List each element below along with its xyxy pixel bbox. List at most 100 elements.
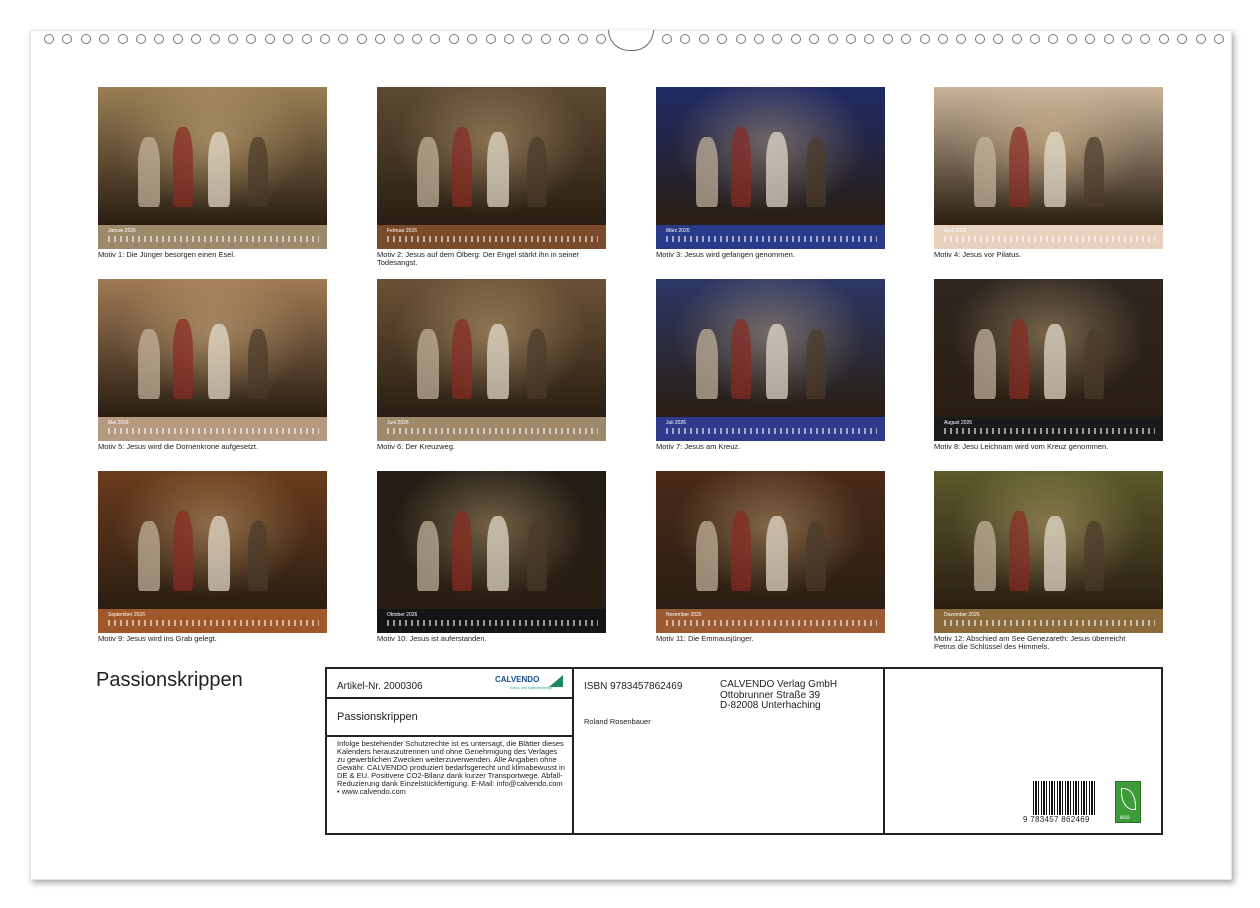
crib-figure: [1009, 319, 1029, 399]
crib-figure: [766, 132, 788, 207]
binding-hole: [754, 34, 764, 44]
nativity-scene-photo: [98, 87, 327, 225]
eco-label: eco: [1120, 815, 1130, 821]
author-name: Roland Rosenbauer: [584, 717, 651, 726]
binding-hole: [596, 34, 606, 44]
crib-figure: [1009, 127, 1029, 207]
binding-hole: [302, 34, 312, 44]
binding-hole: [901, 34, 911, 44]
page-title: Passionskrippen: [96, 669, 243, 692]
day-numbers: [944, 236, 1155, 242]
binding-hole: [81, 34, 91, 44]
crib-figure: [417, 521, 439, 591]
calendar-strip: Dezember 2026: [934, 609, 1163, 633]
month-thumbnail: Januar 2026Motiv 1: Die Jünger besorgen …: [98, 87, 327, 259]
motif-caption: Motiv 1: Die Jünger besorgen einen Esel.: [98, 251, 308, 259]
calvendo-logo: CALVENDO: [495, 675, 539, 684]
binding-hole: [504, 34, 514, 44]
binding-hole: [680, 34, 690, 44]
crib-figure: [696, 329, 718, 399]
day-numbers: [666, 428, 877, 434]
crib-figure: [974, 329, 996, 399]
binding-hole: [1030, 34, 1040, 44]
crib-figure: [452, 127, 472, 207]
binding-hole: [993, 34, 1003, 44]
book-title-row: Passionskrippen: [327, 699, 572, 737]
calendar-strip: Juli 2026: [656, 417, 885, 441]
nativity-scene-photo: [934, 279, 1163, 417]
crib-figure: [452, 511, 472, 591]
binding-hole: [191, 34, 201, 44]
crib-figure: [806, 329, 826, 399]
eco-badge-icon: eco: [1115, 781, 1141, 823]
month-thumbnail: Juli 2026Motiv 7: Jesus am Kreuz.: [656, 279, 885, 451]
binding-hole: [99, 34, 109, 44]
motif-caption: Motiv 10: Jesus ist auferstanden.: [377, 635, 587, 643]
binding-hole: [44, 34, 54, 44]
crib-figure: [138, 329, 160, 399]
month-label: Oktober 2026: [387, 612, 417, 618]
binding-hole: [1085, 34, 1095, 44]
motif-caption: Motiv 11: Die Emmausjünger.: [656, 635, 866, 643]
binding-hole: [541, 34, 551, 44]
binding-hole: [864, 34, 874, 44]
crib-figure: [417, 329, 439, 399]
nativity-scene-photo: [934, 471, 1163, 609]
article-number-row: Artikel-Nr. 2000306 CALVENDO Kunst- und …: [327, 669, 572, 699]
month-thumbnail: Dezember 2026Motiv 12: Abschied am See G…: [934, 471, 1163, 651]
calendar-strip: März 2026: [656, 225, 885, 249]
day-numbers: [944, 428, 1155, 434]
crib-figure: [138, 521, 160, 591]
month-thumbnail: April 2026 Motiv 4: Jesus vor Pilatus.: [934, 87, 1163, 259]
publisher-address: CALVENDO Verlag GmbH Ottobrunner Straße …: [720, 680, 837, 712]
crib-figure: [1044, 324, 1066, 399]
binding-hole: [375, 34, 385, 44]
binding-hole: [662, 34, 672, 44]
month-label: Dezember 2026: [944, 612, 980, 618]
binding-hole: [357, 34, 367, 44]
crib-figure: [1084, 521, 1104, 591]
binding-hole: [283, 34, 293, 44]
nativity-scene-photo: [98, 471, 327, 609]
binding-hole: [246, 34, 256, 44]
day-numbers: [387, 620, 598, 626]
publisher-name: CALVENDO Verlag GmbH: [720, 680, 837, 691]
crib-figure: [974, 521, 996, 591]
month-thumbnail: Mai 2026Motiv 5: Jesus wird die Dornenkr…: [98, 279, 327, 451]
legal-notice: Infolge bestehender Schutzrechte ist es …: [337, 740, 567, 796]
day-numbers: [108, 236, 319, 242]
binding-hole: [320, 34, 330, 44]
info-column-middle: ISBN 9783457862469 Roland Rosenbauer CAL…: [574, 669, 885, 833]
crib-figure: [208, 132, 230, 207]
month-thumbnail: Oktober 2026 Motiv 10: Jesus ist aufersta…: [377, 471, 606, 643]
isbn: ISBN 9783457862469: [584, 681, 682, 692]
month-label: August 2026: [944, 420, 972, 426]
calendar-strip: April 2026: [934, 225, 1163, 249]
nativity-scene-photo: [377, 279, 606, 417]
barcode: [1033, 781, 1097, 815]
binding-hole: [717, 34, 727, 44]
month-label: Februar 2026: [387, 228, 417, 234]
crib-figure: [208, 324, 230, 399]
month-thumbnail: August 2026Motiv 8: Jesu Leichnam wird v…: [934, 279, 1163, 451]
crib-figure: [974, 137, 996, 207]
article-number: Artikel-Nr. 2000306: [337, 681, 423, 692]
calendar-strip: Juni 2026: [377, 417, 606, 441]
binding-hole: [210, 34, 220, 44]
binding-hole: [772, 34, 782, 44]
binding-hole: [62, 34, 72, 44]
binding-hole: [1196, 34, 1206, 44]
crib-figure: [248, 521, 268, 591]
month-label: März 2026: [666, 228, 690, 234]
month-thumbnail: Juni 2026Motiv 6: Der Kreuzweg.: [377, 279, 606, 451]
crib-figure: [731, 127, 751, 207]
motif-caption: Motiv 4: Jesus vor Pilatus.: [934, 251, 1144, 259]
crib-figure: [527, 329, 547, 399]
day-numbers: [387, 428, 598, 434]
motif-caption: Motiv 3: Jesus wird gefangen genommen.: [656, 251, 866, 259]
crib-figure: [806, 137, 826, 207]
crib-figure: [248, 137, 268, 207]
month-thumbnail: September 2026Motiv 9: Jesus wird ins Gr…: [98, 471, 327, 643]
binding-hole: [846, 34, 856, 44]
book-title: Passionskrippen: [337, 711, 418, 723]
